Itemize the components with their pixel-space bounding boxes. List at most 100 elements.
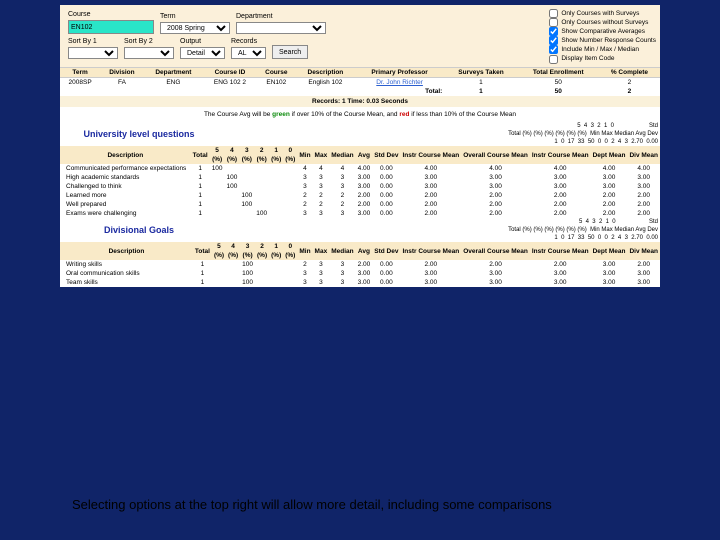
checkbox[interactable] xyxy=(549,45,558,54)
course-input[interactable] xyxy=(68,20,154,34)
cell: 100 xyxy=(240,260,255,269)
v: 17 xyxy=(568,235,575,241)
v: 2 xyxy=(611,235,614,241)
th: Div Mean xyxy=(627,146,660,164)
opt-response-counts[interactable]: Show Number Response Counts xyxy=(549,36,656,45)
term-select[interactable]: 2008 Spring xyxy=(160,22,230,34)
v: 33 xyxy=(578,139,585,145)
checkbox[interactable] xyxy=(549,55,558,64)
cell xyxy=(283,182,297,191)
cell: 3.00 xyxy=(591,278,628,287)
cell: 100 xyxy=(240,278,255,287)
cell: 2.00 xyxy=(461,260,530,269)
cell: 3.00 xyxy=(591,182,628,191)
th: Instr Course Mean xyxy=(400,146,461,164)
cell: 1 xyxy=(191,200,210,209)
th: Div Mean xyxy=(627,242,660,260)
report-panel: Only Courses with Surveys Only Courses w… xyxy=(60,5,660,287)
txt: if over 10% of the Course Mean, and xyxy=(290,111,399,118)
cell: 3.00 xyxy=(530,173,591,182)
cell: 2.00 xyxy=(400,209,461,218)
cell: 4.00 xyxy=(591,164,628,173)
cell: 100 xyxy=(225,173,240,182)
cell: 3.00 xyxy=(530,269,591,278)
cell: 3 xyxy=(329,209,355,218)
cell: 2 xyxy=(313,200,330,209)
cell xyxy=(269,269,283,278)
cell: 2 xyxy=(297,260,312,269)
cell: 0.00 xyxy=(372,191,400,200)
cell: 3 xyxy=(297,173,312,182)
th: (%) xyxy=(210,155,225,164)
output-select[interactable]: Detail xyxy=(180,47,225,59)
red-word: red xyxy=(399,111,409,118)
cell: Oral communication skills xyxy=(60,269,193,278)
search-button[interactable]: Search xyxy=(272,45,308,59)
cell: 1 xyxy=(191,209,210,218)
dist-header-univ: University level questions 5 4 3 2 1 0 S… xyxy=(60,122,660,146)
th: Total xyxy=(191,146,210,164)
opt-min-max-median[interactable]: Include Min / Max / Median xyxy=(549,45,656,54)
cell: 1 xyxy=(191,164,210,173)
cell: 3 xyxy=(313,260,330,269)
opt-label: Show Comparative Averages xyxy=(561,27,645,36)
opt-label: Include Min / Max / Median xyxy=(561,45,639,54)
cell: 100 xyxy=(240,269,255,278)
section-title-univ: University level questions xyxy=(60,122,218,146)
th: 5 xyxy=(210,146,225,155)
checkbox[interactable] xyxy=(549,9,558,18)
sort2-select[interactable] xyxy=(124,47,174,59)
records-select[interactable]: ALL xyxy=(231,47,266,59)
cell: 3.00 xyxy=(627,269,660,278)
th: Division xyxy=(100,68,143,78)
cell: 3.00 xyxy=(356,182,373,191)
cell xyxy=(269,209,283,218)
v: 2.70 xyxy=(631,139,643,145)
th: 4 xyxy=(225,146,240,155)
cell: 1 xyxy=(193,278,212,287)
opt-with-surveys[interactable]: Only Courses with Surveys xyxy=(549,9,656,18)
cell: 100 xyxy=(210,164,225,173)
cell xyxy=(269,182,283,191)
cell: 2.00 xyxy=(627,191,660,200)
opt-without-surveys[interactable]: Only Courses without Surveys xyxy=(549,18,656,27)
th-desc: Description xyxy=(60,242,193,260)
checkbox[interactable] xyxy=(549,36,558,45)
cell: 3.00 xyxy=(356,173,373,182)
label-output: Output xyxy=(180,38,225,45)
cell xyxy=(225,164,240,173)
filter-bar: Only Courses with Surveys Only Courses w… xyxy=(60,5,660,67)
checkbox[interactable] xyxy=(549,18,558,27)
dept-select[interactable] xyxy=(236,22,326,34)
opt-comparative[interactable]: Show Comparative Averages xyxy=(549,27,656,36)
v: 17 xyxy=(568,139,575,145)
th: Instr Course Mean xyxy=(530,242,591,260)
n: 2 xyxy=(597,123,600,129)
th: Median xyxy=(329,146,355,164)
results-table: Term Division Department Course ID Cours… xyxy=(60,67,660,96)
cell: 2 xyxy=(599,78,660,88)
txt: if less than 10% of the Course Mean xyxy=(409,111,516,118)
n: 5 xyxy=(577,123,580,129)
v: 50 xyxy=(588,139,595,145)
professor-link[interactable]: Dr. John Richter xyxy=(376,79,423,86)
table-row: Oral communication skills11003333.000.00… xyxy=(60,269,660,278)
th: 1 xyxy=(269,242,283,251)
opt-label: Display Item Code xyxy=(561,54,614,63)
th: Dept Mean xyxy=(591,242,628,260)
table-row: Communicated performance expectations110… xyxy=(60,164,660,173)
th: 2 xyxy=(254,146,269,155)
v: 0 xyxy=(561,235,564,241)
n: 1 xyxy=(604,123,607,129)
txt: The Course Avg will be xyxy=(204,111,272,118)
cell: 3 xyxy=(313,173,330,182)
label-dept: Department xyxy=(236,13,326,20)
th: Median xyxy=(329,242,355,260)
checkbox[interactable] xyxy=(549,27,558,36)
th: Min xyxy=(297,146,312,164)
cell: Well prepared xyxy=(60,200,191,209)
th: Primary Professor xyxy=(355,68,445,78)
sort1-select[interactable] xyxy=(68,47,118,59)
th: (%) xyxy=(283,155,297,164)
opt-item-code[interactable]: Display Item Code xyxy=(549,54,656,63)
